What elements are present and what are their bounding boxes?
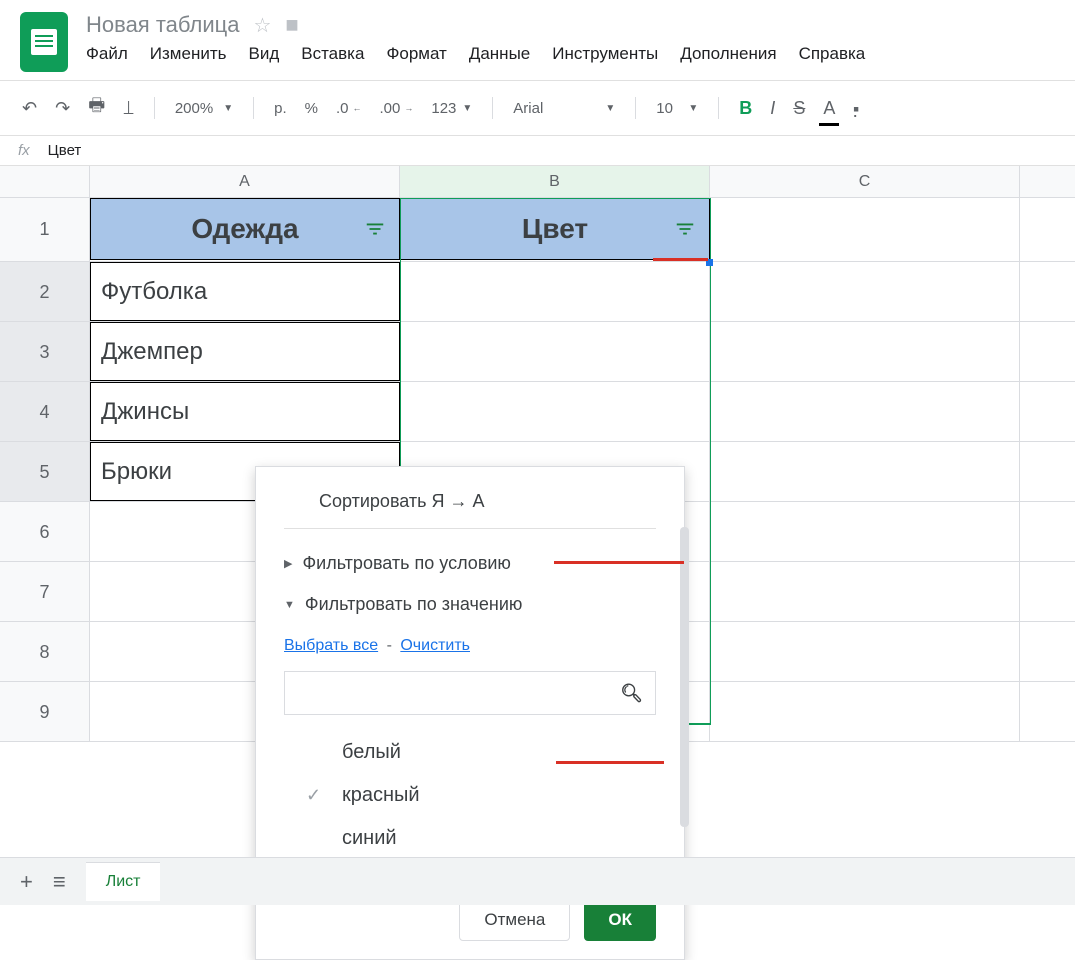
- fill-color-button[interactable]: 🞍̣: [849, 94, 863, 123]
- zoom-select[interactable]: 200%▼: [171, 96, 237, 121]
- filter-icon[interactable]: [361, 215, 389, 243]
- cell[interactable]: [710, 442, 1020, 501]
- cell[interactable]: [400, 262, 710, 321]
- strikethrough-button[interactable]: S: [789, 94, 809, 123]
- col-header-a[interactable]: A: [90, 166, 400, 197]
- decrease-decimal[interactable]: .0←: [332, 96, 366, 121]
- menu-format[interactable]: Формат: [386, 44, 446, 64]
- spreadsheet-grid: A B C 1 Одежда Цвет 2Футболка3Джемпер4Дж…: [0, 166, 1075, 742]
- annotation-line: [556, 761, 664, 764]
- filter-value-item[interactable]: ✓красный: [306, 774, 656, 817]
- print-icon[interactable]: 🖶: [84, 89, 109, 127]
- select-all-link[interactable]: Выбрать все: [284, 637, 378, 654]
- add-sheet-button[interactable]: +: [20, 869, 33, 895]
- menu-addons[interactable]: Дополнения: [680, 44, 776, 64]
- formula-bar: fx Цвет: [0, 136, 1075, 166]
- row-number[interactable]: 1: [0, 198, 90, 261]
- scrollbar[interactable]: [680, 527, 689, 827]
- cell[interactable]: [710, 382, 1020, 441]
- triangle-down-icon: ▼: [284, 599, 295, 611]
- filter-icon[interactable]: [671, 215, 699, 243]
- filter-by-value[interactable]: ▼ Фильтровать по значению: [284, 584, 656, 625]
- menu-tools[interactable]: Инструменты: [552, 44, 658, 64]
- row-number[interactable]: 4: [0, 382, 90, 441]
- cell[interactable]: [400, 322, 710, 381]
- cell[interactable]: [710, 622, 1020, 681]
- menu-insert[interactable]: Вставка: [301, 44, 364, 64]
- cell[interactable]: [710, 322, 1020, 381]
- formula-value[interactable]: Цвет: [48, 142, 82, 159]
- bold-button[interactable]: B: [735, 94, 756, 123]
- cancel-button[interactable]: Отмена: [459, 899, 570, 941]
- filter-value-item[interactable]: ✓белый: [306, 731, 656, 774]
- cell-b1[interactable]: Цвет: [400, 198, 710, 260]
- sheets-logo[interactable]: [20, 12, 68, 72]
- folder-icon[interactable]: ■: [285, 12, 298, 38]
- select-all-corner[interactable]: [0, 166, 90, 197]
- row-number[interactable]: 5: [0, 442, 90, 501]
- cell[interactable]: Джинсы: [90, 382, 400, 441]
- redo-icon[interactable]: ↷: [51, 94, 74, 123]
- cell[interactable]: [710, 502, 1020, 561]
- star-icon[interactable]: ☆: [253, 13, 271, 38]
- row-number[interactable]: 2: [0, 262, 90, 321]
- filter-value-item[interactable]: ✓синий: [306, 817, 656, 860]
- sheet-bar: + ≡ Лист: [0, 857, 1075, 905]
- ok-button[interactable]: ОК: [584, 899, 656, 941]
- text-color-button[interactable]: A: [819, 94, 839, 123]
- filter-search[interactable]: 🔍︎: [284, 671, 656, 715]
- clear-link[interactable]: Очистить: [400, 637, 470, 654]
- all-sheets-button[interactable]: ≡: [53, 869, 66, 895]
- paint-format-icon[interactable]: ⟘: [119, 94, 138, 123]
- menu-file[interactable]: Файл: [86, 44, 128, 64]
- italic-button[interactable]: I: [766, 94, 779, 123]
- cell[interactable]: Футболка: [90, 262, 400, 321]
- number-format[interactable]: 123▼: [427, 96, 476, 121]
- row-number[interactable]: 8: [0, 622, 90, 681]
- font-size-select[interactable]: 10▼: [652, 96, 702, 121]
- menu-edit[interactable]: Изменить: [150, 44, 227, 64]
- annotation-line: [653, 258, 708, 261]
- row-number[interactable]: 6: [0, 502, 90, 561]
- col-header-b[interactable]: B: [400, 166, 710, 197]
- search-icon: 🔍︎: [620, 683, 643, 704]
- currency-format[interactable]: р.: [270, 96, 291, 121]
- menu-bar: Файл Изменить Вид Вставка Формат Данные …: [86, 44, 1055, 64]
- cell[interactable]: [710, 262, 1020, 321]
- filter-value-list: ✓белый✓красный✓синий: [256, 731, 684, 860]
- cell[interactable]: Джемпер: [90, 322, 400, 381]
- cell[interactable]: [710, 682, 1020, 741]
- menu-data[interactable]: Данные: [469, 44, 530, 64]
- cell[interactable]: [400, 382, 710, 441]
- toolbar: ↶ ↷ 🖶 ⟘ 200%▼ р. % .0← .00→ 123▼ Arial▼ …: [0, 80, 1075, 136]
- font-select[interactable]: Arial▼: [509, 96, 619, 121]
- increase-decimal[interactable]: .00→: [376, 96, 418, 121]
- menu-view[interactable]: Вид: [248, 44, 279, 64]
- undo-icon[interactable]: ↶: [18, 94, 41, 123]
- cell-a1[interactable]: Одежда: [90, 198, 400, 260]
- header-b-label: Цвет: [522, 213, 588, 245]
- cell-c1[interactable]: [710, 198, 1020, 261]
- header-a-label: Одежда: [191, 213, 298, 245]
- check-icon: ✓: [306, 785, 324, 806]
- cell[interactable]: [710, 562, 1020, 621]
- row-number[interactable]: 3: [0, 322, 90, 381]
- sheet-tab[interactable]: Лист: [86, 862, 161, 901]
- fx-label: fx: [18, 142, 30, 159]
- triangle-right-icon: ▶: [284, 557, 292, 570]
- menu-help[interactable]: Справка: [799, 44, 866, 64]
- doc-title[interactable]: Новая таблица: [86, 12, 239, 38]
- annotation-line: [554, 561, 684, 564]
- row-number[interactable]: 9: [0, 682, 90, 741]
- col-header-c[interactable]: C: [710, 166, 1020, 197]
- filter-search-input[interactable]: [297, 683, 620, 704]
- percent-format[interactable]: %: [301, 96, 322, 121]
- row-number[interactable]: 7: [0, 562, 90, 621]
- sort-z-a[interactable]: Сортировать Я → А: [284, 483, 656, 529]
